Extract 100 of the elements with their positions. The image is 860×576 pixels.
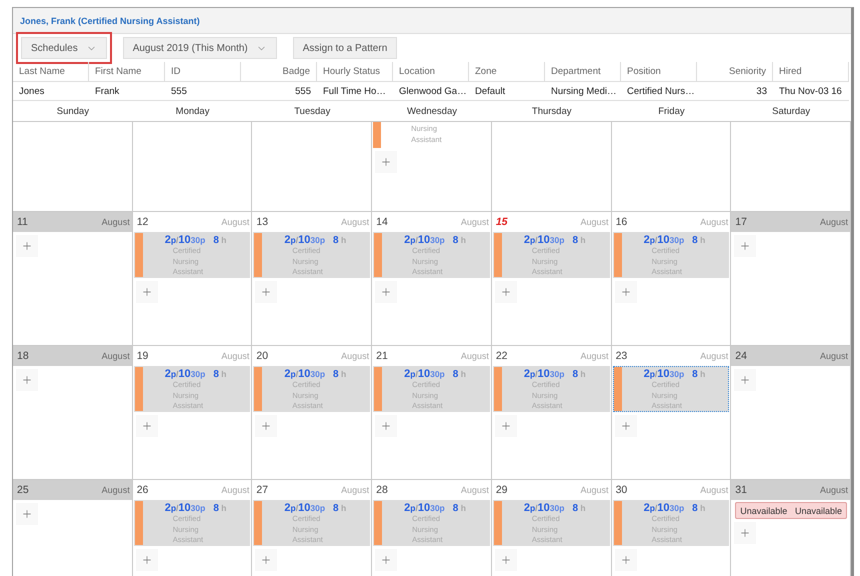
column-header[interactable]: Hired [773,62,849,82]
shift-color-bar [134,501,143,545]
month-label: August [820,351,848,361]
unavailable-label: Unavailable [794,506,842,516]
shift-color-bar [374,233,382,277]
table-cell: Certified Nurs… [621,82,697,101]
month-label: August [820,217,848,227]
column-header[interactable]: ID [165,62,241,82]
month-label: August [221,485,250,495]
day-cell[interactable]: 17 August [731,212,851,345]
dropdown-button[interactable]: Schedules [21,37,107,59]
toolbar-button[interactable]: Assign to a Pattern [292,37,398,59]
month-label: August [341,485,370,495]
column-header[interactable]: Badge [241,62,317,82]
add-button[interactable] [375,549,398,571]
add-button[interactable] [614,549,637,571]
day-cell[interactable]: 24 August [731,346,851,479]
add-button[interactable] [494,281,517,303]
add-button[interactable] [375,281,398,303]
day-number: 15 [496,216,508,228]
day-number: 12 [136,216,148,228]
column-header[interactable]: Department [545,62,621,82]
shift-color-bar [254,233,262,277]
day-cell[interactable]: 31 August Unavailable Unavailable [731,480,851,576]
table-cell: Frank [89,82,165,101]
table-cell: 555 [241,82,317,101]
dropdown-button[interactable]: August 2019 (This Month) [122,37,277,59]
add-button[interactable] [375,415,398,437]
plus-icon [739,527,752,539]
weekday-header: Saturday [771,104,812,118]
column-header[interactable]: Seniority [697,62,773,82]
add-button[interactable] [614,415,637,437]
day-number: 27 [256,484,268,496]
add-button[interactable] [734,235,756,257]
table-cell: Glenwood Ga… [393,82,469,101]
column-header[interactable]: Last Name [13,62,89,82]
plus-icon [739,374,752,386]
month-label: August [700,485,728,495]
weekday-header: Thursday [530,104,572,118]
shift-color-bar [134,233,143,277]
plus-icon [380,554,392,566]
plus-icon [21,240,33,252]
table-cell: Thu Nov-03 16 [773,82,849,101]
add-button[interactable] [494,415,517,437]
plus-icon [380,156,392,168]
table-cell: Default [469,82,545,101]
column-header[interactable]: First Name [89,62,165,82]
shift-color-bar [373,122,382,148]
day-cell[interactable]: 25 August [13,480,133,576]
shift-color-bar [134,367,143,411]
shift-color-bar [254,501,262,545]
table-cell: Nursing Medi… [545,82,621,101]
shift-color-bar [614,367,622,411]
shift-color-bar [374,367,382,411]
add-button[interactable] [255,415,278,437]
add-button[interactable] [16,235,38,257]
add-button[interactable] [16,503,38,525]
month-label: August [460,217,489,227]
unavailable-tag[interactable]: Unavailable Unavailable [735,502,847,519]
weekday-header: Sunday [56,104,90,118]
add-button[interactable] [136,549,158,571]
plus-icon [260,420,272,432]
add-button[interactable] [16,369,38,391]
day-number: 21 [376,350,388,362]
day-number: 19 [136,350,148,362]
month-label: August [102,485,130,495]
table-cell: Jones [13,82,89,101]
plus-icon [140,420,153,432]
plus-icon [21,374,33,386]
month-label: August [700,217,728,227]
add-button[interactable] [614,281,637,303]
add-button[interactable] [255,281,278,303]
add-button[interactable] [494,549,517,571]
plus-icon [140,286,153,298]
month-label: August [341,351,370,361]
add-button[interactable] [734,522,756,544]
column-header[interactable]: Location [393,62,469,82]
add-button[interactable] [136,281,158,303]
day-number: 23 [616,350,628,362]
plus-icon [380,420,392,432]
month-label: August [460,351,489,361]
day-cell[interactable]: 18 August [13,346,133,479]
plus-icon [260,554,272,566]
add-button[interactable] [255,549,278,571]
plus-icon [500,286,512,298]
plus-icon [500,420,512,432]
plus-icon [21,508,33,520]
day-number: 14 [376,216,388,228]
add-button[interactable] [136,415,158,437]
column-header[interactable]: Hourly Status [317,62,393,82]
weekday-header: Friday [657,104,686,118]
add-button[interactable] [734,369,756,391]
day-cell[interactable]: 11 August [13,212,133,345]
add-button[interactable] [375,151,398,173]
table-cell: 555 [165,82,241,101]
shift-color-bar [614,233,622,277]
day-number: 26 [136,484,148,496]
column-header[interactable]: Position [621,62,697,82]
column-header[interactable]: Zone [469,62,545,82]
day-number: 25 [17,484,29,496]
